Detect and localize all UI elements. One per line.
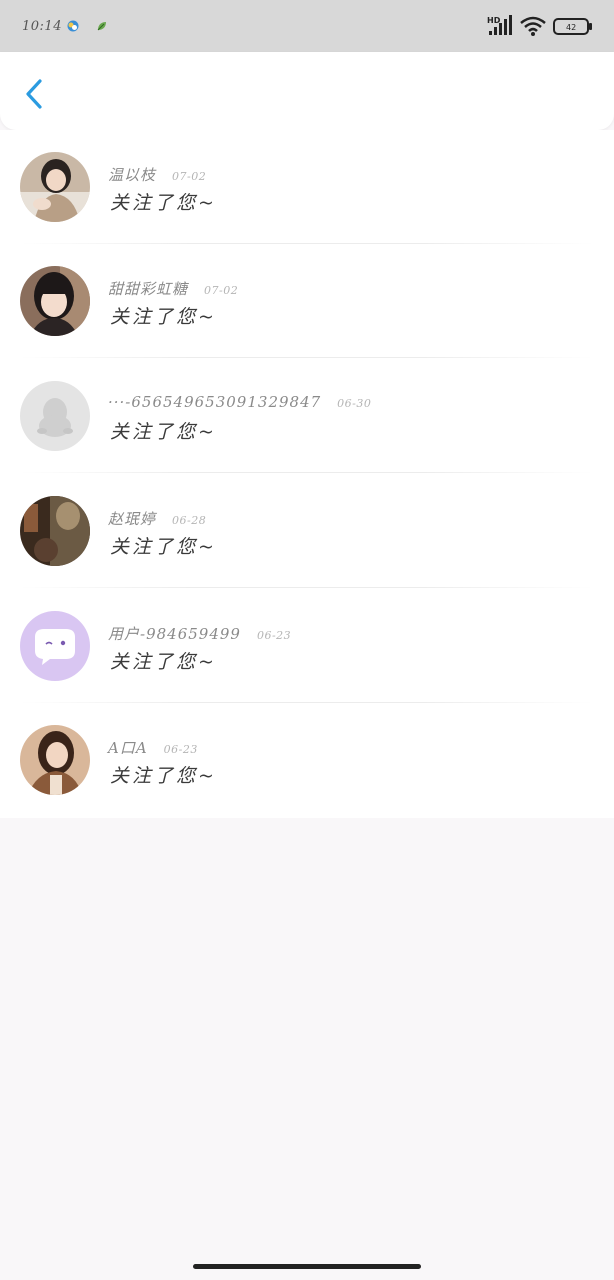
name-line: 甜甜彩虹糖 07-02 (108, 278, 238, 298)
user-name[interactable]: 温以枝 (108, 164, 156, 185)
list-item[interactable]: 用户-984659499 06-23 关注了您~ (0, 589, 614, 703)
follow-message: 关注了您~ (110, 421, 217, 443)
follow-date: 07-02 (172, 170, 207, 183)
user-name[interactable]: ···-656549653091329847 (108, 393, 321, 411)
name-line: 赵珉婷 06-28 (108, 508, 206, 528)
user-name[interactable]: 赵珉婷 (108, 508, 156, 529)
list-item[interactable]: ···-656549653091329847 06-30 关注了您~ (0, 359, 614, 473)
status-bar: 10:14 HD 42 (0, 0, 614, 52)
follow-date: 06-23 (256, 629, 292, 642)
list-item[interactable]: 温以枝 07-02 关注了您~ (0, 130, 614, 244)
follower-list: 温以枝 07-02 关注了您~ 甜甜彩虹糖 07-02 关注了您~ ···-65… (0, 130, 614, 818)
leaf-icon (97, 22, 106, 31)
weather-icon (67, 20, 79, 32)
follow-message: 关注了您~ (110, 306, 217, 328)
divider (20, 587, 594, 588)
divider (20, 357, 594, 358)
user-avatar[interactable] (20, 266, 90, 336)
name-line: A口A 06-23 (108, 737, 198, 757)
name-line: 温以枝 07-02 (108, 164, 206, 184)
follow-message: 关注了您~ (110, 651, 217, 673)
user-avatar[interactable] (20, 496, 90, 566)
list-item[interactable]: 甜甜彩虹糖 07-02 关注了您~ (0, 244, 614, 358)
follow-date: 06-23 (163, 743, 198, 756)
list-item[interactable]: 赵珉婷 06-28 关注了您~ (0, 474, 614, 588)
follow-message: 关注了您~ (110, 765, 217, 787)
home-indicator[interactable] (193, 1264, 421, 1269)
user-name[interactable]: A口A (108, 737, 148, 758)
battery-icon: 42 (553, 18, 592, 35)
divider (20, 472, 594, 473)
name-line: ···-656549653091329847 06-30 (108, 393, 371, 413)
status-time: 10:14 (22, 19, 62, 34)
hd-signal-icon: HD (487, 15, 512, 35)
follow-message: 关注了您~ (110, 536, 217, 558)
follow-message: 关注了您~ (110, 192, 217, 214)
user-avatar[interactable] (20, 725, 90, 795)
user-name[interactable]: 用户-984659499 (108, 623, 241, 644)
chat-bubble-avatar-icon[interactable] (20, 611, 90, 681)
top-nav-bar (0, 52, 614, 130)
name-line: 用户-984659499 06-23 (108, 623, 291, 643)
follow-date: 06-30 (337, 397, 372, 410)
battery-level: 42 (566, 23, 576, 32)
user-name[interactable]: 甜甜彩虹糖 (108, 278, 188, 299)
svg-text:HD: HD (487, 16, 501, 25)
back-button[interactable] (16, 74, 52, 114)
wifi-icon (520, 16, 546, 36)
chevron-left-icon (26, 79, 42, 109)
user-avatar[interactable] (20, 152, 90, 222)
default-avatar-icon[interactable] (20, 381, 90, 451)
list-item[interactable]: A口A 06-23 关注了您~ (0, 703, 614, 817)
follow-date: 07-02 (204, 284, 239, 297)
follow-date: 06-28 (172, 514, 207, 527)
